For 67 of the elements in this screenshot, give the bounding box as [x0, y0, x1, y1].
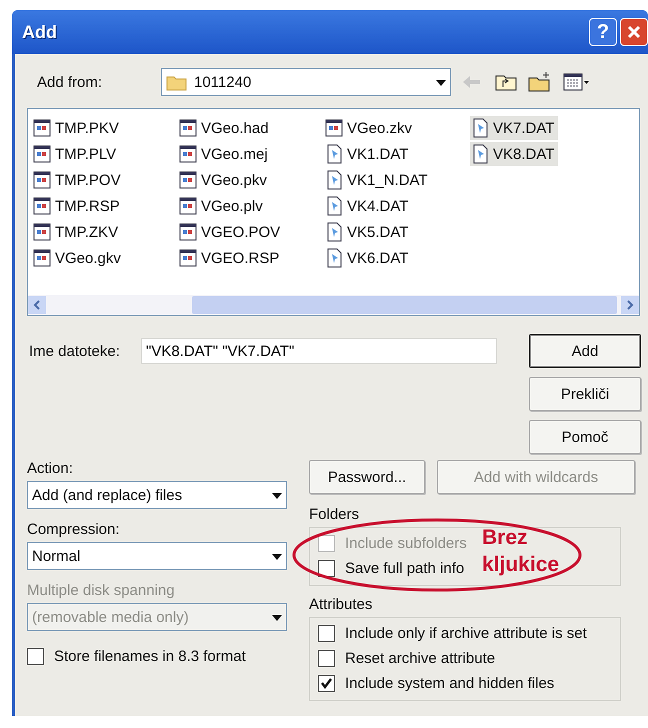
document-icon: [32, 248, 52, 268]
file-item[interactable]: VK7.DAT: [470, 116, 558, 140]
compression-dropdown[interactable]: Normal: [27, 542, 287, 570]
window-title: Add: [22, 22, 58, 42]
file-item[interactable]: VGeo.pkv: [178, 168, 271, 192]
document-icon: [32, 222, 52, 242]
action-button[interactable]: Password...: [309, 460, 425, 494]
file-item[interactable]: TMP.ZKV: [32, 220, 122, 244]
document-icon: [178, 222, 198, 242]
add-from-label: Add from:: [36, 74, 104, 90]
checkbox-label: Reset archive attribute: [345, 650, 496, 666]
file-item[interactable]: VK4.DAT: [324, 194, 412, 218]
document-icon: [32, 170, 52, 190]
close-icon: [626, 24, 642, 40]
file-item[interactable]: TMP.PKV: [32, 116, 123, 140]
scroll-right-icon[interactable]: [625, 300, 635, 310]
checkbox[interactable]: [318, 560, 335, 576]
checkbox[interactable]: [318, 650, 335, 666]
checkbox[interactable]: [27, 648, 44, 664]
file-item[interactable]: TMP.PLV: [32, 142, 120, 166]
file-item[interactable]: VGeo.had: [178, 116, 273, 140]
file-item[interactable]: VGeo.plv: [178, 194, 267, 218]
document-icon: [32, 118, 52, 138]
file-item[interactable]: TMP.RSP: [32, 194, 124, 218]
dialog-button[interactable]: Pomoč: [529, 420, 641, 454]
document-icon: [178, 170, 198, 190]
document-icon: [32, 196, 52, 216]
document-icon: [32, 144, 52, 164]
checkbox[interactable]: [318, 624, 335, 642]
folder-dropdown[interactable]: 1011240: [161, 68, 451, 96]
scroll-left-icon[interactable]: [32, 300, 42, 310]
file-name-label: Ime datoteke:: [28, 342, 121, 360]
file-item[interactable]: VGeo.gkv: [32, 246, 125, 270]
horizontal-scrollbar[interactable]: [28, 295, 639, 315]
document-icon: [178, 118, 198, 138]
file-item[interactable]: VK1_N.DAT: [324, 168, 432, 192]
annotation-note: Brez kljukice: [482, 525, 560, 578]
attributes-group-title: Attributes: [309, 596, 374, 613]
disk-spanning-label: Multiple disk spanning: [27, 582, 176, 599]
file-name-field[interactable]: "VK8.DAT" "VK7.DAT": [141, 338, 497, 364]
document-icon: [178, 196, 198, 216]
file-item[interactable]: TMP.POV: [32, 168, 125, 192]
checkbox-label: Include only if archive attribute is set: [345, 624, 587, 642]
document-icon: [178, 248, 198, 268]
file-item[interactable]: VGEO.POV: [178, 220, 284, 244]
checkbox-label: Include system and hidden files: [345, 674, 554, 692]
file-item[interactable]: VK8.DAT: [470, 142, 558, 166]
compression-label: Compression:: [27, 521, 121, 538]
action-label: Action:: [27, 460, 74, 477]
file-item[interactable]: VK6.DAT: [324, 246, 412, 270]
checkbox[interactable]: [318, 674, 335, 692]
folders-group-title: Folders: [309, 506, 360, 523]
checkbox-label: Save full path info: [345, 560, 464, 576]
dialog-button[interactable]: Prekliči: [529, 377, 641, 411]
file-item[interactable]: VGeo.mej: [178, 142, 272, 166]
document-icon: [324, 118, 344, 138]
dialog-button[interactable]: Add: [529, 334, 641, 368]
close-button[interactable]: [620, 18, 648, 46]
checkbox-label: Store filenames in 8.3 format: [54, 648, 246, 664]
action-dropdown[interactable]: Add (and replace) files: [27, 481, 287, 509]
file-item[interactable]: VGeo.zkv: [324, 116, 416, 140]
file-item[interactable]: VK5.DAT: [324, 220, 412, 244]
help-button[interactable]: ?: [589, 18, 617, 46]
checkbox-label: Include subfolders: [345, 534, 467, 552]
file-item[interactable]: VGEO.RSP: [178, 246, 284, 270]
document-icon: [178, 144, 198, 164]
file-item[interactable]: VK1.DAT: [324, 142, 412, 166]
